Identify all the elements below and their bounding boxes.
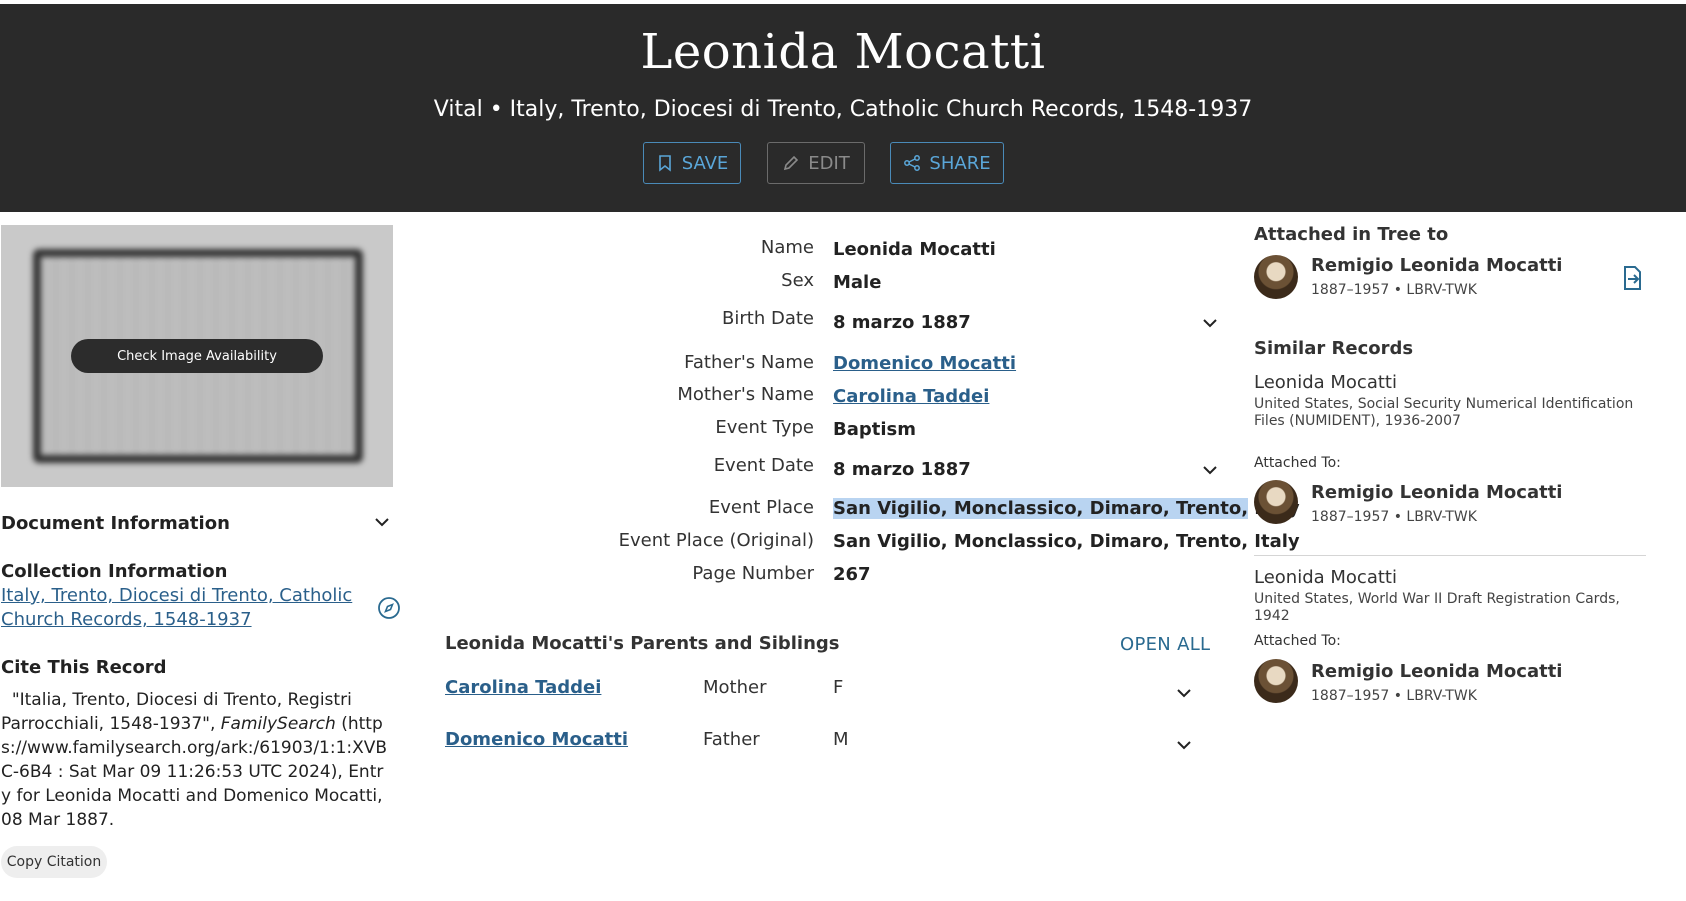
record-subtitle: Vital • Italy, Trento, Diocesi di Trento… [433, 97, 1253, 122]
page-title: Leonida Mocatti [640, 24, 1046, 80]
tree-person-name[interactable]: Remigio Leonida Mocatti [1311, 255, 1562, 276]
page-number-label: Page Number [692, 563, 814, 584]
save-button-label: SAVE [681, 152, 729, 174]
sex-value: Male [833, 272, 882, 293]
edit-button-label: EDIT [808, 152, 850, 174]
edit-button[interactable]: EDIT [767, 142, 865, 184]
fathers-name-label: Father's Name [684, 352, 814, 373]
event-place-original-value: San Vigilio, Monclassico, Dimaro, Trento… [833, 531, 1300, 552]
mothers-name-label: Mother's Name [677, 384, 814, 405]
selected-text: San Vigilio, Monclassico, Dimaro, Trento… [833, 498, 1249, 519]
similar-record-collection: United States, Social Security Numerical… [1254, 396, 1634, 429]
sex-label: Sex [781, 270, 814, 291]
collection-information-heading: Collection Information [1, 561, 228, 582]
share-button[interactable]: SHARE [890, 142, 1004, 184]
relative-relationship: Mother [703, 677, 767, 698]
bookmark-icon [658, 155, 671, 172]
similar-person-name[interactable]: Remigio Leonida Mocatti [1311, 661, 1562, 682]
event-place-original-label: Event Place (Original) [618, 530, 814, 551]
event-type-value: Baptism [833, 419, 916, 440]
avatar[interactable] [1254, 255, 1298, 299]
compass-icon[interactable] [377, 596, 401, 620]
attached-in-tree-heading: Attached in Tree to [1254, 224, 1449, 245]
similar-person-name[interactable]: Remigio Leonida Mocatti [1311, 482, 1562, 503]
document-information-heading[interactable]: Document Information [1, 513, 230, 534]
attached-to-label: Attached To: [1254, 455, 1341, 471]
cite-this-record-heading: Cite This Record [1, 657, 167, 678]
divider [1254, 555, 1646, 556]
event-date-value: 8 marzo 1887 [833, 459, 971, 480]
similar-record-name[interactable]: Leonida Mocatti [1254, 372, 1397, 393]
name-value: Leonida Mocatti [833, 239, 996, 260]
chevron-down-icon[interactable] [1202, 318, 1218, 328]
similar-person-meta: 1887–1957 • LBRV-TWK [1311, 509, 1477, 525]
birth-date-value: 8 marzo 1887 [833, 312, 971, 333]
event-date-label: Event Date [713, 455, 814, 476]
avatar[interactable] [1254, 659, 1298, 703]
fathers-name-link[interactable]: Domenico Mocatti [833, 353, 1016, 374]
name-label: Name [760, 237, 814, 258]
similar-record-name[interactable]: Leonida Mocatti [1254, 567, 1397, 588]
similar-person-meta: 1887–1957 • LBRV-TWK [1311, 688, 1477, 704]
similar-record-collection: United States, World War II Draft Regist… [1254, 591, 1620, 624]
event-type-label: Event Type [715, 417, 814, 438]
similar-records-heading: Similar Records [1254, 338, 1414, 359]
pencil-icon [784, 155, 799, 171]
share-button-label: SHARE [929, 152, 991, 174]
page-number-value: 267 [833, 564, 871, 585]
collection-link[interactable]: Italy, Trento, Diocesi di Trento, Cathol… [1, 584, 361, 632]
open-all-button[interactable]: OPEN ALL [1120, 634, 1210, 655]
record-image-thumbnail[interactable]: Check Image Availability [1, 225, 393, 487]
save-button[interactable]: SAVE [643, 142, 741, 184]
chevron-down-icon[interactable] [1176, 740, 1192, 750]
mothers-name-link[interactable]: Carolina Taddei [833, 386, 989, 407]
chevron-down-icon[interactable] [374, 517, 390, 527]
parents-siblings-heading: Leonida Mocatti's Parents and Siblings [445, 633, 840, 654]
avatar[interactable] [1254, 480, 1298, 524]
record-header: Leonida Mocatti Vital • Italy, Trento, D… [0, 4, 1686, 212]
chevron-down-icon[interactable] [1176, 688, 1192, 698]
citation-italic: FamilySearch [220, 714, 336, 734]
copy-citation-button[interactable]: Copy Citation [1, 846, 107, 878]
birth-date-label: Birth Date [722, 308, 814, 329]
relative-relationship: Father [703, 729, 760, 750]
event-place-label: Event Place [708, 497, 814, 518]
tree-record-icon[interactable] [1620, 265, 1644, 291]
relative-name-link[interactable]: Carolina Taddei [445, 677, 601, 698]
tree-person-meta: 1887–1957 • LBRV-TWK [1311, 282, 1477, 298]
relative-name-link[interactable]: Domenico Mocatti [445, 729, 628, 750]
event-place-value: San Vigilio, Monclassico, Dimaro, Trento… [833, 498, 1300, 519]
check-image-availability-button[interactable]: Check Image Availability [71, 339, 323, 373]
attached-to-label: Attached To: [1254, 633, 1341, 649]
relative-sex: F [833, 677, 844, 698]
citation-text: "Italia, Trento, Diocesi di Trento, Regi… [1, 688, 391, 832]
share-icon [904, 155, 921, 171]
relative-sex: M [833, 729, 849, 750]
chevron-down-icon[interactable] [1202, 465, 1218, 475]
